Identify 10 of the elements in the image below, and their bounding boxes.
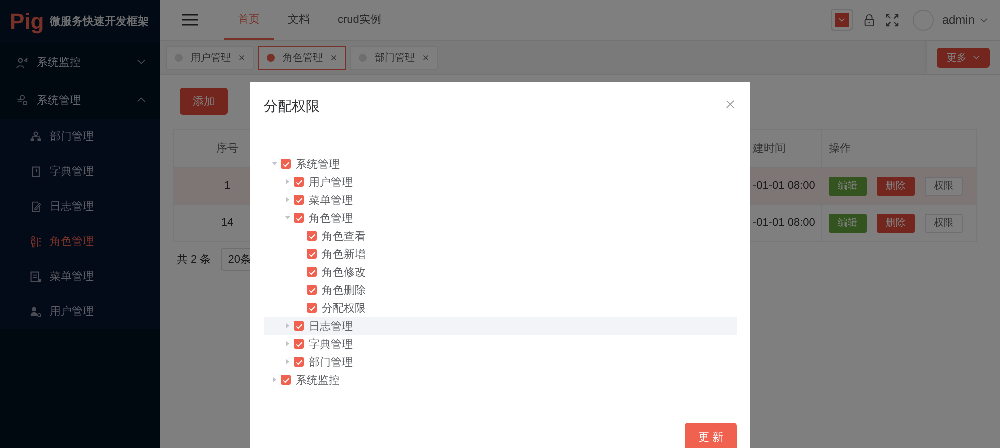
table-cell-text: 1 (223, 180, 232, 192)
column-header: 建时间 (752, 142, 787, 156)
logo: Pig (10, 8, 44, 34)
dialog-title: 分配权限 (264, 98, 320, 116)
total-count: 共 2 条 (177, 253, 212, 267)
app-title: 微服务快速开发框架 (50, 14, 150, 29)
table-cell-text: -01-01 08:00 (752, 217, 816, 229)
table-cell-text: -01-01 08:00 (752, 180, 816, 192)
table-cell-text: 14 (220, 217, 235, 229)
column-header: 序号 (216, 142, 240, 156)
